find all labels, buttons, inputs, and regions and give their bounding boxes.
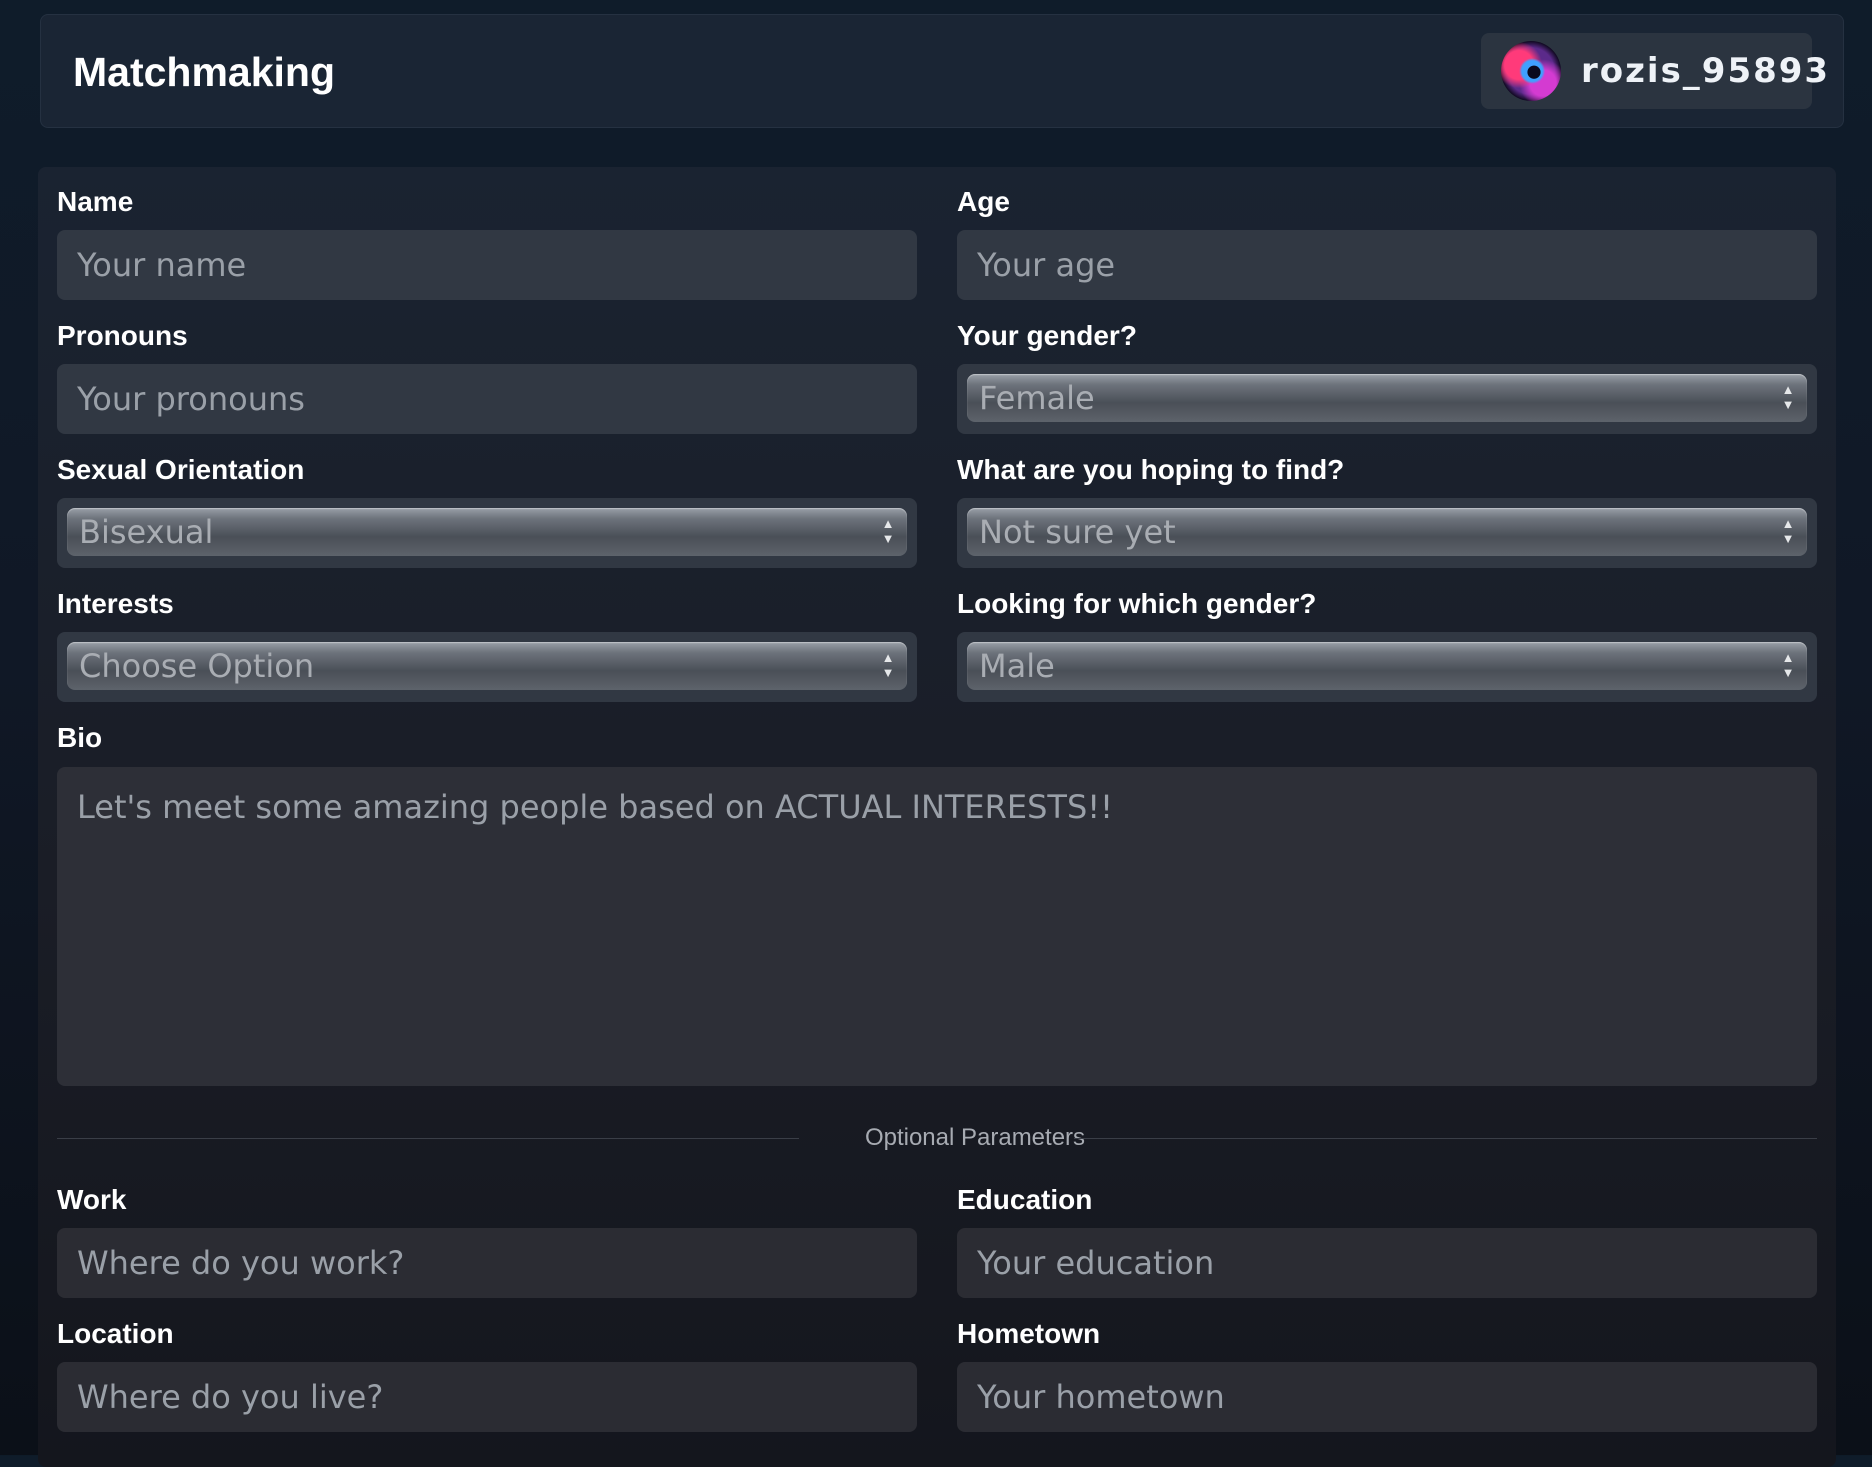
age-label: Age <box>957 186 1010 217</box>
gender-select-value: Female <box>979 379 1095 417</box>
avatar <box>1501 41 1561 101</box>
gender-select[interactable]: Female ▲ ▼ <box>957 364 1817 434</box>
updown-arrows-icon: ▲ ▼ <box>1781 382 1795 412</box>
interests-select[interactable]: Choose Option ▲ ▼ <box>57 632 917 702</box>
page-title: Matchmaking <box>73 49 335 95</box>
profile-form: Name Age Pronouns Your gender? Female ▲▼… <box>38 167 1836 1467</box>
gender-select-control: Female ▲ ▼ <box>967 374 1807 422</box>
updown-arrows-icon: ▲ ▼ <box>1781 516 1795 546</box>
updown-arrows-icon: ▲ ▼ <box>881 650 895 680</box>
hometown-label: Hometown <box>957 1318 1101 1349</box>
name-label: Name <box>57 186 134 217</box>
looking-for-select-value: Male <box>979 647 1055 685</box>
user-chip[interactable]: rozis_95893 <box>1481 33 1828 109</box>
location-input[interactable] <box>57 1362 917 1432</box>
hoping-select[interactable]: Not sure yet ▲ ▼ <box>957 498 1817 568</box>
name-input[interactable] <box>57 230 917 300</box>
bio-label: Bio <box>57 722 103 753</box>
work-input[interactable] <box>57 1228 917 1298</box>
pronouns-input[interactable] <box>57 364 917 434</box>
hometown-input[interactable] <box>957 1362 1817 1432</box>
divider-right <box>1074 1138 1817 1139</box>
divider-left <box>57 1138 799 1139</box>
work-label: Work <box>57 1184 127 1215</box>
looking-for-label: Looking for which gender? <box>957 588 1317 619</box>
interests-label: Interests <box>57 588 174 619</box>
hoping-label: What are you hoping to find? <box>957 454 1345 485</box>
gender-label: Your gender? <box>957 320 1137 351</box>
location-label: Location <box>57 1318 174 1349</box>
app-header: Matchmaking rozis_95893 <box>40 14 1844 128</box>
pronouns-label: Pronouns <box>57 320 188 351</box>
age-input[interactable] <box>957 230 1817 300</box>
orientation-select-control: Bisexual ▲ ▼ <box>67 508 907 556</box>
looking-for-select-control: Male ▲ ▼ <box>967 642 1807 690</box>
looking-for-select[interactable]: Male ▲ ▼ <box>957 632 1817 702</box>
orientation-select[interactable]: Bisexual ▲ ▼ <box>57 498 917 568</box>
interests-select-value: Choose Option <box>79 647 315 685</box>
hoping-select-value: Not sure yet <box>979 513 1176 551</box>
education-label: Education <box>957 1184 1093 1215</box>
updown-arrows-icon: ▲ ▼ <box>881 516 895 546</box>
interests-select-control: Choose Option ▲ ▼ <box>67 642 907 690</box>
updown-arrows-icon: ▲ ▼ <box>1781 650 1795 680</box>
optional-parameters-heading: Optional Parameters <box>864 1124 1086 1151</box>
education-input[interactable] <box>957 1228 1817 1298</box>
hoping-select-control: Not sure yet ▲ ▼ <box>967 508 1807 556</box>
orientation-select-value: Bisexual <box>79 513 214 551</box>
username: rozis_95893 <box>1581 51 1831 91</box>
bio-textarea[interactable]: Let's meet some amazing people based on … <box>57 767 1817 1086</box>
orientation-label: Sexual Orientation <box>57 454 305 485</box>
